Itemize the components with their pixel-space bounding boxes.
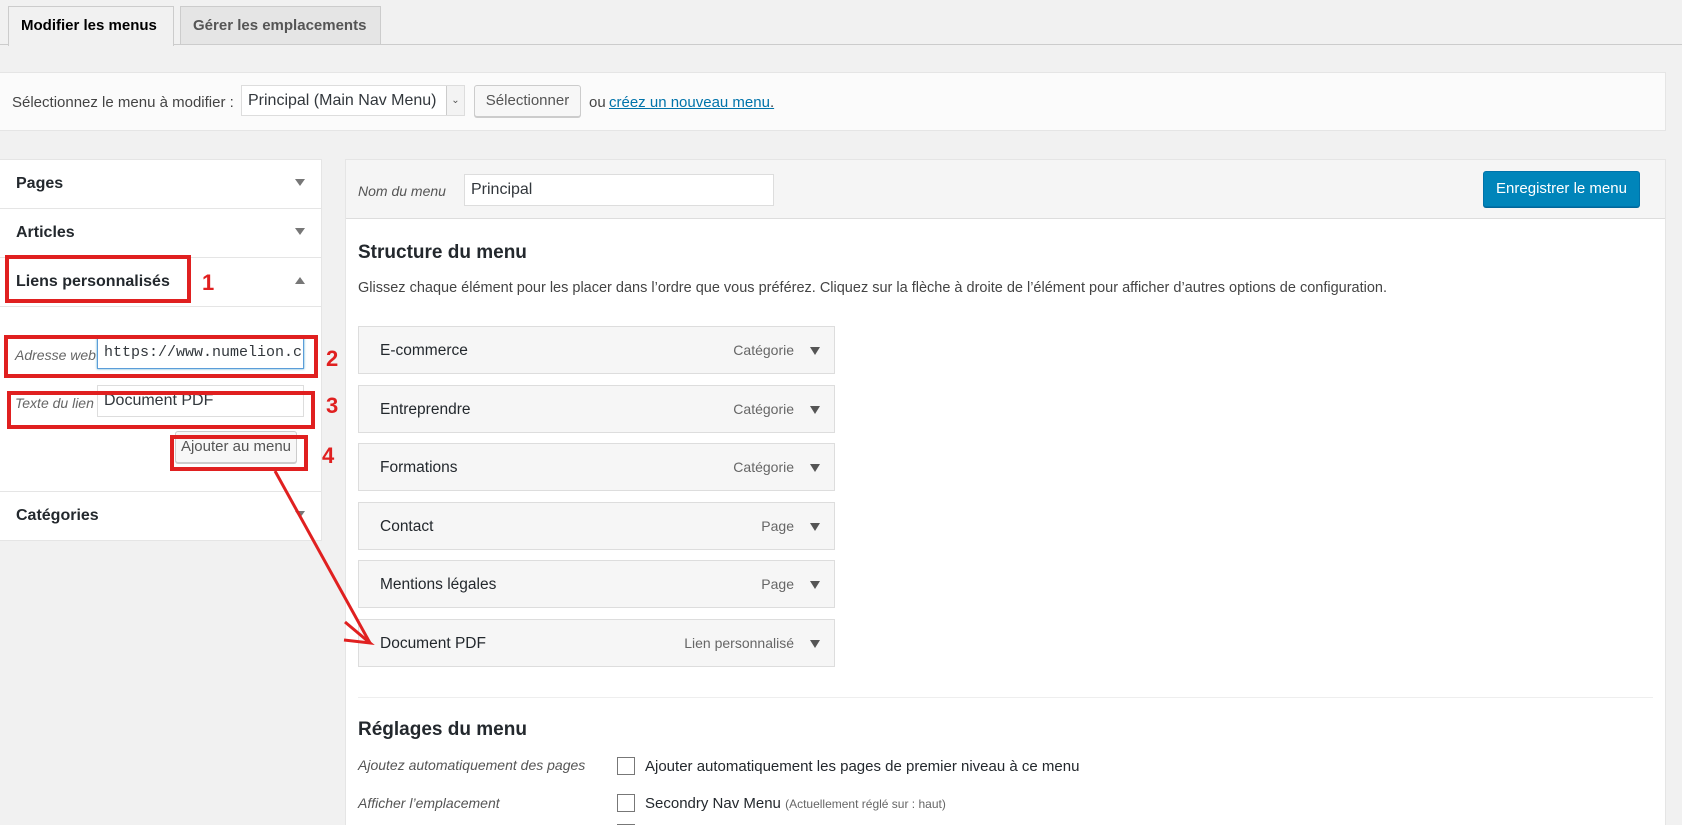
menu-item[interactable]: Contact Page [358, 502, 835, 550]
annotation-number-4: 4 [322, 443, 335, 468]
annotation-number-1: 1 [202, 270, 215, 295]
display-location-label: Afficher l’emplacement [358, 795, 500, 811]
triangle-down-icon [295, 179, 305, 186]
accordion-articles[interactable]: Articles [0, 209, 321, 258]
auto-add-pages-checkbox[interactable] [617, 757, 635, 775]
menu-name-label: Nom du menu [358, 183, 446, 199]
auto-add-pages-text: Ajouter automatiquement les pages de pre… [645, 758, 1080, 775]
triangle-down-icon[interactable] [810, 640, 820, 648]
triangle-down-icon[interactable] [810, 347, 820, 355]
secondary-nav-name: Secondry Nav Menu [645, 795, 781, 812]
menu-item-type: Page [761, 518, 794, 534]
auto-add-pages-label: Ajoutez automatiquement des pages [358, 757, 586, 773]
menu-settings-title: Réglages du menu [358, 719, 527, 740]
secondary-nav-checkbox[interactable] [617, 794, 635, 812]
annotation-box-4 [170, 435, 308, 471]
menu-item[interactable]: Document PDF Lien personnalisé [358, 619, 835, 667]
menu-select-bar: Sélectionnez le menu à modifier : Princi… [0, 72, 1666, 131]
triangle-down-icon [295, 228, 305, 235]
menu-structure-title: Structure du menu [358, 242, 527, 263]
triangle-down-icon[interactable] [810, 406, 820, 414]
link-period: . [769, 94, 775, 111]
tab-bar: Modifier les menus Gérer les emplacement… [0, 0, 1682, 46]
accordion-pages[interactable]: Pages [0, 160, 321, 209]
secondary-nav-note: (Actuellement réglé sur : haut) [785, 797, 946, 811]
menu-item-title: Document PDF [380, 635, 486, 652]
triangle-down-icon[interactable] [810, 581, 820, 589]
accordion-categories-title: Catégories [16, 507, 99, 524]
divider [358, 697, 1653, 698]
menu-item-title: Contact [380, 518, 434, 535]
menu-item-title: Mentions légales [380, 576, 497, 593]
menu-structure-description: Glissez chaque élément pour les placer d… [358, 280, 1388, 296]
select-button[interactable]: Sélectionner [474, 85, 581, 117]
annotation-number-2: 2 [326, 346, 339, 371]
chevron-down-icon[interactable]: ⌄ [446, 86, 464, 115]
triangle-down-icon [295, 511, 305, 518]
menu-item-type: Catégorie [733, 401, 794, 417]
menu-management-panel: Nom du menu Principal Enregistrer le men… [345, 159, 1666, 825]
menu-item-type: Lien personnalisé [684, 635, 794, 651]
menu-item-title: Entreprendre [380, 401, 471, 418]
accordion-categories[interactable]: Catégories [0, 492, 321, 541]
menu-item-type: Catégorie [733, 342, 794, 358]
triangle-down-icon[interactable] [810, 523, 820, 531]
menu-item[interactable]: Entreprendre Catégorie [358, 385, 835, 433]
menu-name-input[interactable]: Principal [464, 174, 774, 206]
tab-modifier-menus[interactable]: Modifier les menus [8, 6, 174, 46]
create-new-menu-label: créez un nouveau menu [609, 94, 770, 111]
menu-select-value: Principal (Main Nav Menu) [248, 92, 437, 109]
menu-select-dropdown[interactable]: Principal (Main Nav Menu) ⌄ [241, 85, 465, 116]
triangle-down-icon[interactable] [810, 464, 820, 472]
menu-item[interactable]: E-commerce Catégorie [358, 326, 835, 374]
annotation-box-3 [7, 391, 315, 429]
menu-item-type: Catégorie [733, 459, 794, 475]
menu-item[interactable]: Mentions légales Page [358, 560, 835, 608]
select-menu-label: Sélectionnez le menu à modifier : [12, 94, 234, 111]
accordion-pages-title: Pages [16, 175, 64, 192]
menu-item-type: Page [761, 576, 794, 592]
annotation-box-2 [4, 335, 318, 378]
secondary-nav-label: Secondry Nav Menu (Actuellement réglé su… [645, 795, 946, 812]
or-text: ou [589, 94, 606, 111]
create-new-menu-link[interactable]: créez un nouveau menu. [609, 94, 774, 111]
save-menu-button[interactable]: Enregistrer le menu [1483, 171, 1640, 207]
annotation-box-1 [5, 255, 191, 303]
menu-item[interactable]: Formations Catégorie [358, 443, 835, 491]
menu-header: Nom du menu Principal Enregistrer le men… [346, 160, 1665, 219]
menu-item-title: E-commerce [380, 342, 468, 359]
annotation-number-3: 3 [326, 393, 339, 418]
triangle-up-icon [295, 277, 305, 284]
tab-gerer-emplacements[interactable]: Gérer les emplacements [180, 6, 381, 44]
menu-item-title: Formations [380, 459, 458, 476]
accordion-articles-title: Articles [16, 224, 75, 241]
